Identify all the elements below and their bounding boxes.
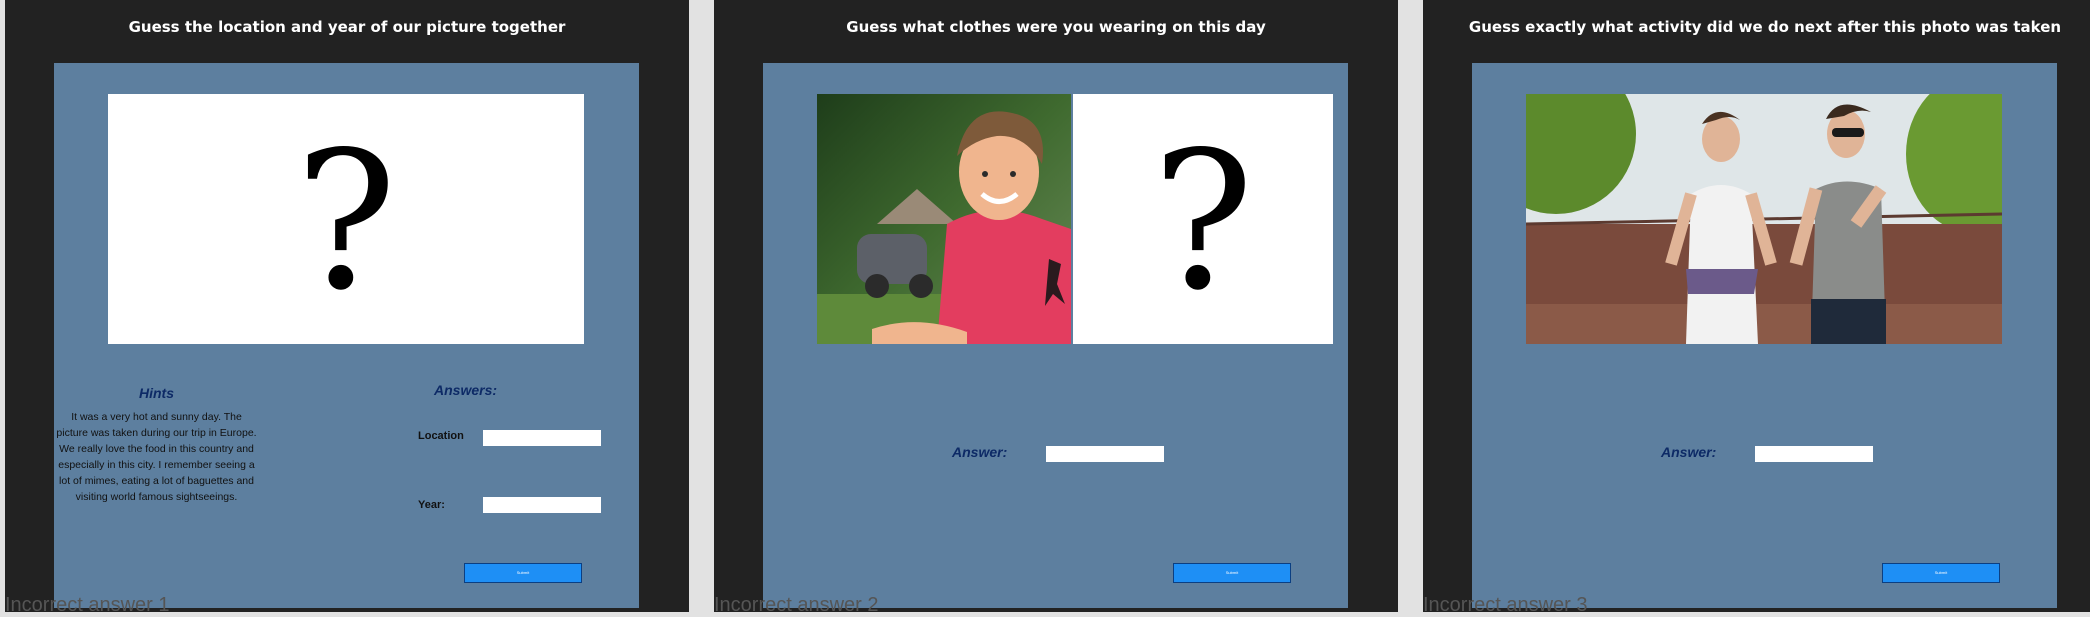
panel-title: Guess the location and year of our pictu… [128,18,566,36]
panel-title: Guess exactly what activity did we do ne… [1468,18,2062,36]
answer-input[interactable] [1046,446,1164,462]
answers-title: Answers: [434,382,498,398]
boy-photo [817,94,1071,344]
hidden-photo: ? [1073,94,1333,344]
quiz-card: ? Hints It was a very hot and sunny day.… [54,63,639,608]
quiz-card: Answer: Submit [1472,63,2057,608]
two-men-photo [1526,94,2002,344]
status-text: Incorrect answer 3 [1423,594,1588,616]
hints-text: It was a very hot and sunny day. The pic… [56,411,257,503]
status-text: Incorrect answer 1 [5,594,170,616]
submit-button[interactable]: Submit [1173,563,1291,583]
submit-button[interactable]: Submit [464,563,582,583]
quiz-panel-1: Guess the location and year of our pictu… [5,0,689,612]
question-mark-icon: ? [1152,111,1254,332]
year-input[interactable] [483,497,601,513]
panel-title: Guess what clothes were you wearing on t… [846,18,1266,36]
submit-button[interactable]: Submit [1882,563,2000,583]
quiz-card: ? Answer: Submit [763,63,1348,608]
status-text: Incorrect answer 2 [714,594,879,616]
quiz-panel-3: Guess exactly what activity did we do ne… [1423,0,2090,612]
boy-photo-image [817,94,1071,344]
answer-label: Answer: [952,444,1008,460]
two-men-photo-image [1526,94,2002,344]
quiz-panel-2: Guess what clothes were you wearing on t… [714,0,1398,612]
hidden-photo: ? [108,94,584,344]
answer-input[interactable] [1755,446,1873,462]
year-label: Year: [418,499,445,511]
hints-title: Hints [139,385,174,401]
location-input[interactable] [483,430,601,446]
location-label: Location [418,430,464,442]
answer-label: Answer: [1661,444,1717,460]
question-mark-icon: ? [295,111,397,332]
